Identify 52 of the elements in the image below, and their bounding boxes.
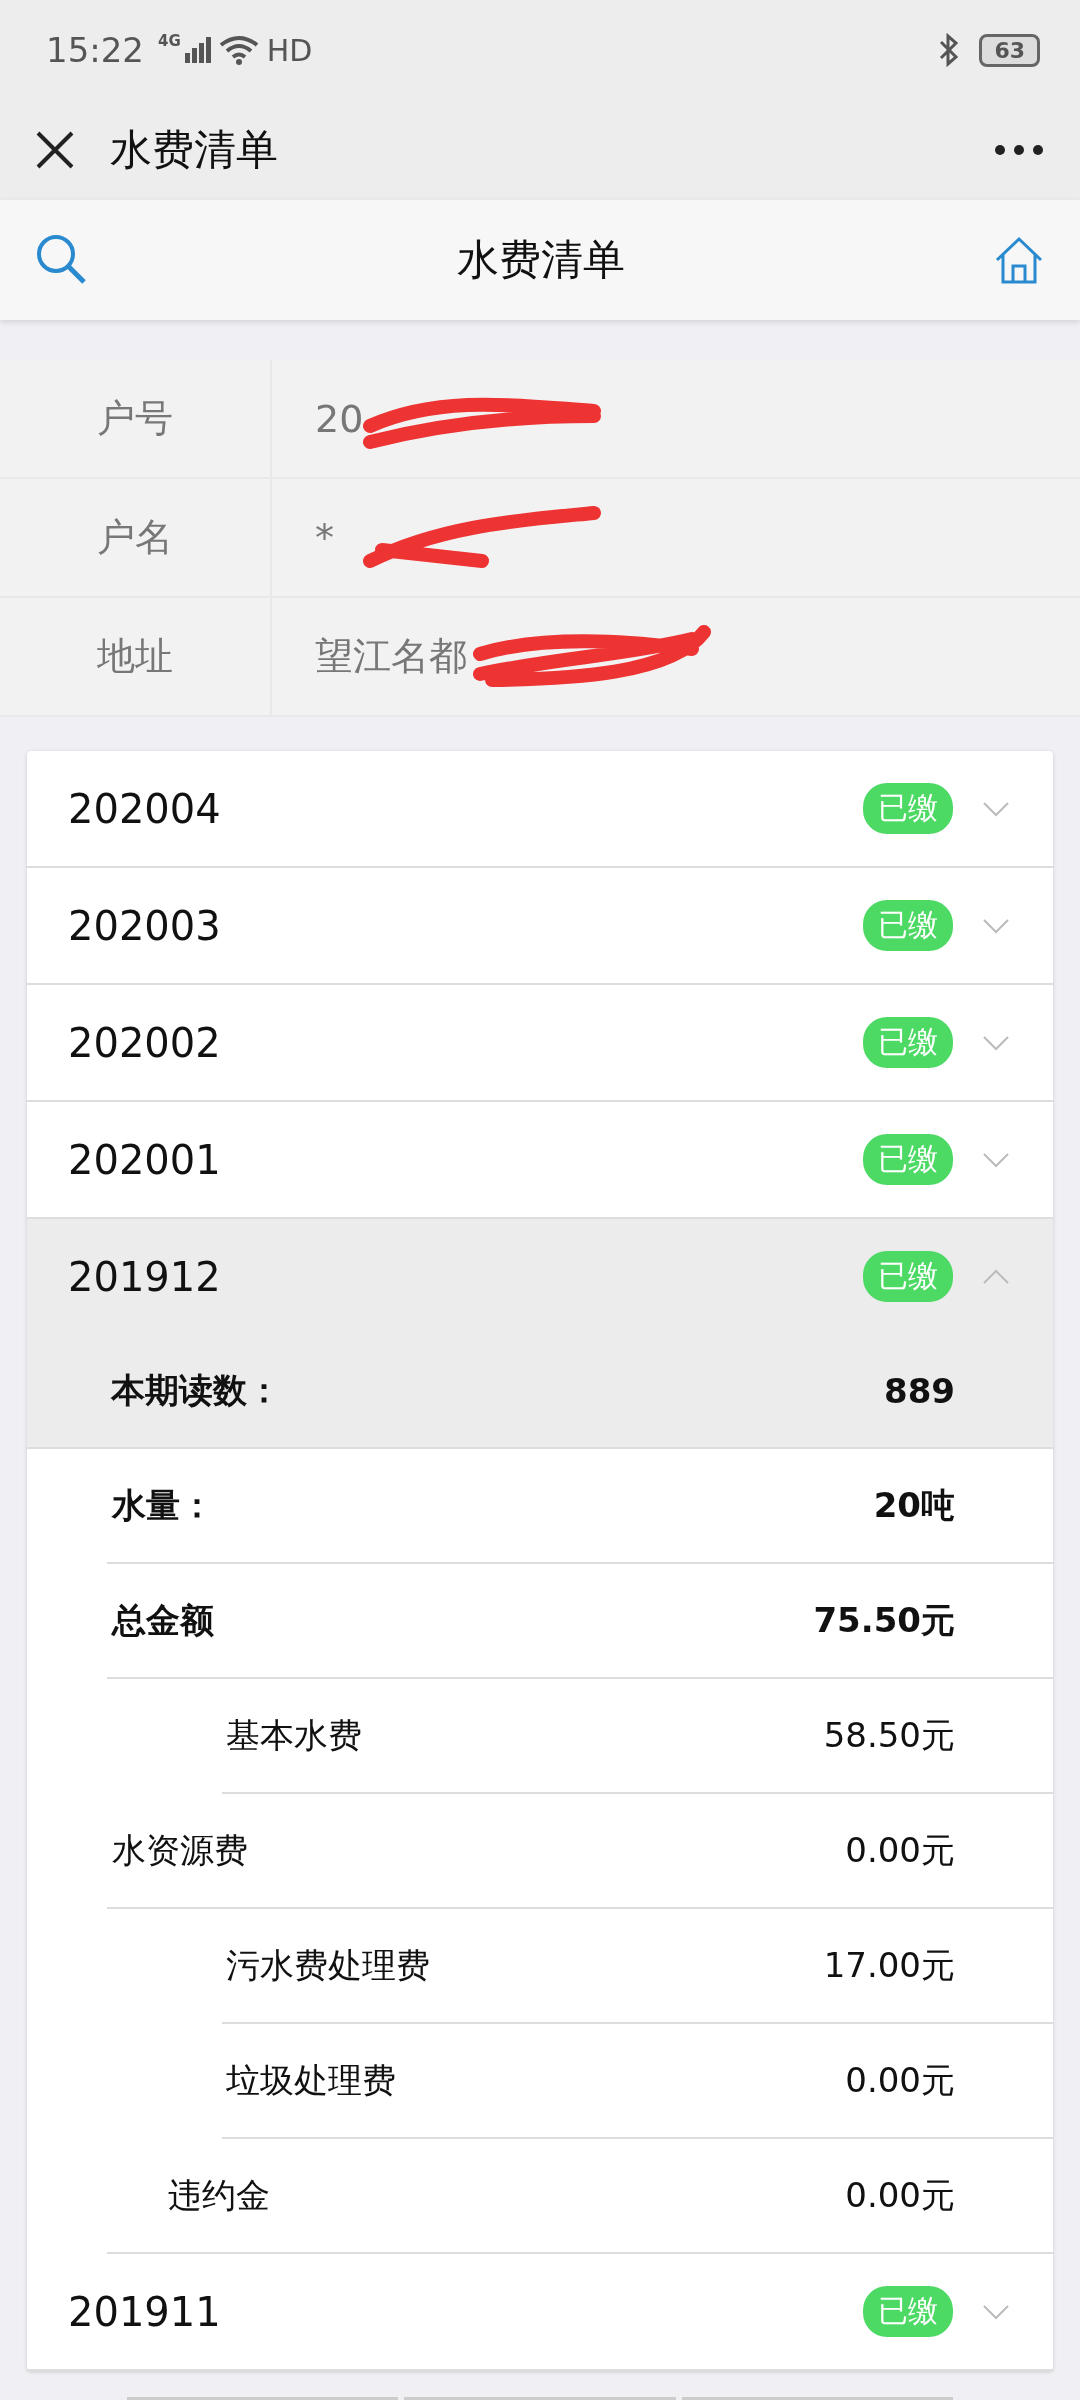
paid-badge: 已缴	[863, 783, 953, 834]
search-icon[interactable]	[36, 234, 88, 286]
bill-month-row[interactable]: 202002 已缴	[27, 985, 1053, 1102]
detail-value: 0.00元	[845, 2058, 955, 2102]
signal-icon	[184, 37, 211, 63]
paid-badge: 已缴	[863, 1134, 953, 1185]
chevron-up-icon	[983, 1268, 1009, 1285]
paid-badge: 已缴	[863, 1251, 953, 1302]
field-label: 地址	[0, 598, 272, 715]
bill-month-row[interactable]: 201911 已缴	[27, 2254, 1053, 2371]
detail-value: 889	[884, 1370, 955, 1411]
detail-label: 水资源费	[112, 1828, 249, 1872]
chevron-down-icon	[983, 800, 1009, 817]
status-time: 15:22	[46, 30, 144, 70]
hd-indicator: HD	[266, 32, 313, 68]
chevron-down-icon	[983, 1151, 1009, 1168]
field-value: *	[315, 515, 334, 560]
chevron-down-icon	[983, 1034, 1009, 1051]
wifi-icon	[218, 35, 259, 65]
chevron-down-icon	[983, 2303, 1009, 2320]
field-value: 望江名都	[315, 633, 467, 680]
detail-value: 58.50元	[823, 1713, 955, 1757]
more-icon[interactable]	[994, 144, 1044, 156]
detail-label: 本期读数：	[111, 1368, 282, 1412]
detail-label: 垃圾处理费	[226, 2058, 397, 2102]
home-icon[interactable]	[994, 236, 1044, 284]
page-title: 水费清单	[110, 124, 278, 176]
paid-badge: 已缴	[863, 1017, 953, 1068]
detail-label: 总金额	[112, 1598, 215, 1642]
field-label: 户号	[0, 360, 272, 477]
detail-label: 违约金	[168, 2173, 271, 2217]
detail-value: 17.00元	[823, 1943, 955, 1987]
battery-icon: 63	[979, 33, 1040, 67]
detail-value: 75.50元	[813, 1598, 955, 1642]
bill-month-row[interactable]: 202003 已缴	[27, 868, 1053, 985]
paid-badge: 已缴	[863, 2286, 953, 2337]
bill-month-row[interactable]: 202004 已缴	[27, 751, 1053, 868]
detail-value: 0.00元	[845, 1828, 955, 1872]
close-icon[interactable]	[36, 131, 74, 169]
detail-label: 污水费处理费	[226, 1943, 431, 1987]
network-type: 4G	[158, 32, 181, 50]
detail-value: 0.00元	[845, 2173, 955, 2217]
field-value: 20	[315, 396, 364, 441]
bill-month-row[interactable]: 201912 已缴	[27, 1219, 1053, 1334]
chevron-down-icon	[983, 917, 1009, 934]
header-title: 水费清单	[457, 234, 625, 286]
paid-badge: 已缴	[863, 900, 953, 951]
detail-label: 基本水费	[226, 1713, 363, 1757]
detail-value: 20吨	[873, 1483, 955, 1527]
detail-label: 水量：	[112, 1483, 215, 1527]
field-label: 户名	[0, 479, 272, 596]
bluetooth-icon	[939, 33, 960, 67]
